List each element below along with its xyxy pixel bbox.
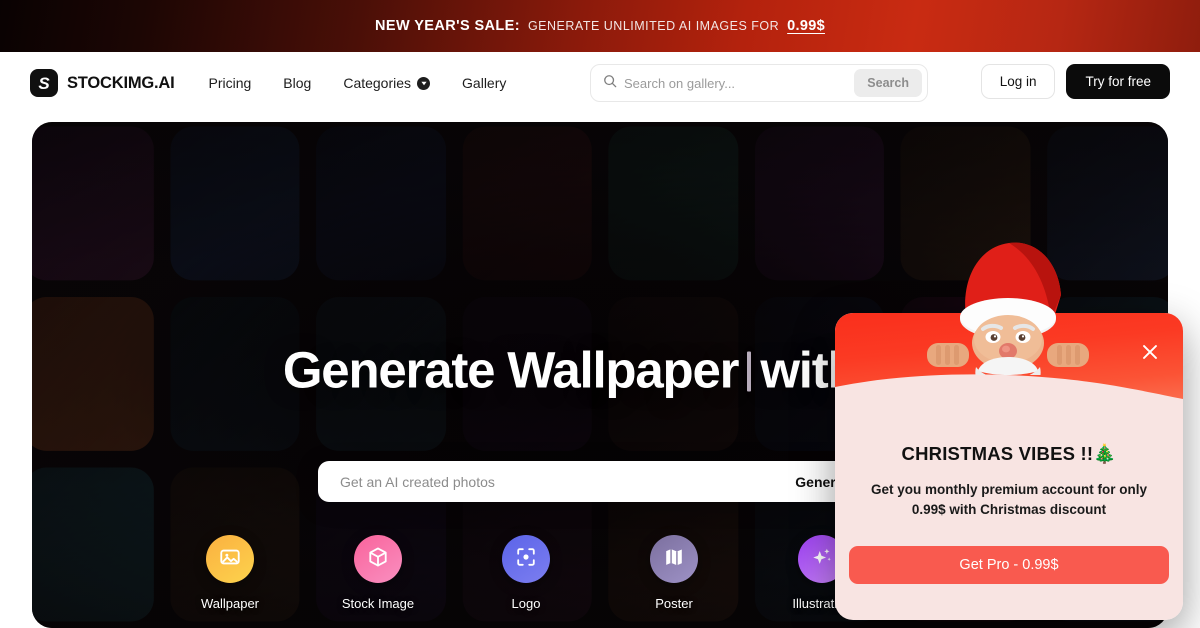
- close-icon[interactable]: [1139, 341, 1161, 363]
- promo-price-link[interactable]: 0.99$: [787, 18, 825, 34]
- promo-subline: GENERATE UNLIMITED AI IMAGES FOR: [527, 19, 780, 33]
- get-pro-button[interactable]: Get Pro - 0.99$: [849, 546, 1169, 584]
- category-label: Poster: [655, 596, 693, 611]
- nav-item-pricing[interactable]: Pricing: [209, 75, 252, 91]
- nav-label-categories: Categories: [343, 75, 412, 91]
- nav-label-pricing: Pricing: [208, 75, 252, 91]
- popup-wave-divider: [835, 374, 1183, 411]
- typing-caret-icon: [747, 351, 752, 392]
- nav-label-blog: Blog: [283, 75, 312, 91]
- popup-title: CHRISTMAS VIBES !!🎄: [901, 443, 1117, 464]
- sparkle-icon: [811, 546, 833, 573]
- category-item-logo[interactable]: Logo: [468, 535, 584, 611]
- christmas-promo-popup: CHRISTMAS VIBES !!🎄 Get you monthly prem…: [835, 242, 1183, 620]
- gallery-search-bar[interactable]: Search: [590, 64, 928, 102]
- image-icon: [219, 546, 241, 573]
- category-item-wallpaper[interactable]: Wallpaper: [172, 535, 288, 611]
- category-item-poster[interactable]: Poster: [616, 535, 732, 611]
- chevron-down-icon: [417, 76, 431, 90]
- category-label: Stock Image: [341, 596, 415, 611]
- category-label: Wallpaper: [200, 596, 260, 611]
- nav-item-gallery[interactable]: Gallery: [462, 75, 506, 91]
- focus-icon: [515, 546, 537, 573]
- search-input[interactable]: [624, 75, 855, 91]
- prompt-input[interactable]: [340, 473, 786, 490]
- box-icon: [367, 546, 389, 573]
- promo-banner: NEW YEAR'S SALE: GENERATE UNLIMITED AI I…: [0, 0, 1200, 52]
- hero-title-prefix: Generate Wallpaper: [282, 341, 740, 399]
- map-icon: [663, 546, 685, 573]
- search-icon: [603, 74, 617, 93]
- popup-subtitle: Get you monthly premium account for only…: [870, 482, 1148, 518]
- header-actions: Log in Try for free: [980, 64, 1170, 99]
- login-button[interactable]: Log in: [980, 64, 1056, 99]
- logo-icon: S: [30, 69, 58, 97]
- category-circle: [650, 535, 698, 583]
- popup-body: CHRISTMAS VIBES !!🎄 Get you monthly prem…: [835, 413, 1183, 620]
- brand-name: STOCKIMG.AI: [67, 73, 175, 92]
- promo-headline: NEW YEAR'S SALE:: [375, 18, 520, 34]
- brand-logo[interactable]: S STOCKIMG.AI: [30, 69, 175, 97]
- category-circle: [502, 535, 550, 583]
- promo-banner-text: NEW YEAR'S SALE: GENERATE UNLIMITED AI I…: [375, 18, 825, 34]
- prompt-form[interactable]: Generate: [318, 461, 882, 502]
- try-for-free-button[interactable]: Try for free: [1066, 64, 1170, 99]
- category-circle: [206, 535, 254, 583]
- nav-item-blog[interactable]: Blog: [283, 75, 311, 91]
- category-circle: [354, 535, 402, 583]
- search-button[interactable]: Search: [854, 69, 922, 97]
- category-item-stock-image[interactable]: Stock Image: [320, 535, 436, 611]
- nav-item-categories[interactable]: Categories: [343, 75, 431, 91]
- nav-label-gallery: Gallery: [462, 75, 507, 91]
- main-nav: Pricing Blog Categories Gallery: [209, 75, 507, 91]
- category-label: Logo: [511, 596, 541, 611]
- popup-card: CHRISTMAS VIBES !!🎄 Get you monthly prem…: [835, 313, 1183, 620]
